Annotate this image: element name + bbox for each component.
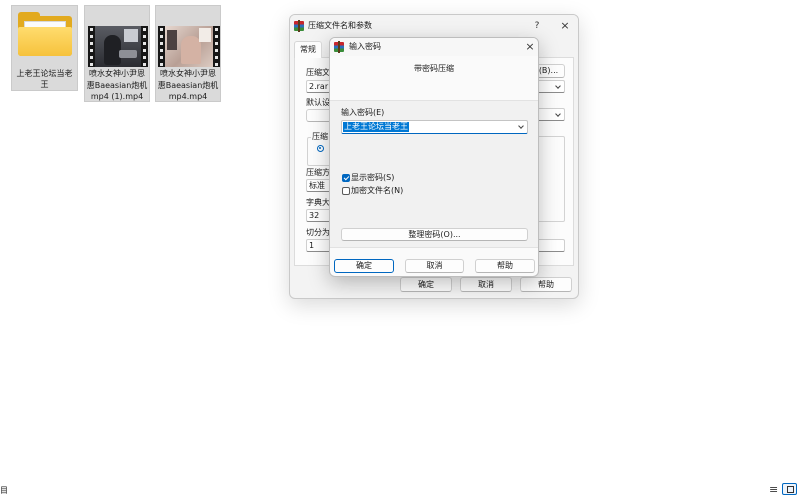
help-icon[interactable]: ? bbox=[530, 15, 544, 37]
file-label-line: 上老王论坛当老 bbox=[16, 69, 73, 78]
password-dialog-titlebar[interactable]: 输入密码 × bbox=[330, 38, 538, 56]
file-item-folder[interactable]: 上老王论坛当老 王 bbox=[11, 5, 78, 91]
cancel-button[interactable]: 取消 bbox=[405, 259, 464, 273]
close-icon[interactable]: × bbox=[523, 38, 537, 56]
browse-button-label: (B)... bbox=[538, 66, 559, 75]
help-button[interactable]: 帮助 bbox=[475, 259, 535, 273]
tiles-view-icon[interactable] bbox=[782, 483, 797, 495]
organize-passwords-label: 整理密码(O)... bbox=[408, 230, 461, 239]
thumbnail-image bbox=[165, 26, 213, 67]
password-label: 输入密码(E) bbox=[341, 108, 385, 117]
help-button-label: 帮助 bbox=[497, 261, 513, 270]
tab-general[interactable]: 常规 bbox=[294, 41, 322, 58]
compression-method-value: 标准 bbox=[309, 181, 325, 190]
file-label-line: mp4 (1).mp4 bbox=[90, 92, 144, 101]
archive-dialog-title: 压缩文件名和参数 bbox=[308, 21, 372, 30]
video-thumbnail bbox=[158, 26, 220, 67]
ok-button-label: 确定 bbox=[356, 261, 372, 270]
cancel-button-label: 取消 bbox=[426, 261, 443, 270]
archive-dialog-titlebar[interactable]: 压缩文件名和参数 ? × bbox=[290, 15, 578, 37]
film-strip-left bbox=[158, 26, 165, 67]
file-label: 喷水女神小尹恩 惠Baeasian炮机 mp4.mp4 bbox=[156, 68, 220, 103]
tab-label: 常规 bbox=[300, 45, 316, 54]
archive-name-label: 压缩文 bbox=[306, 68, 330, 77]
default-profile-label: 默认设 bbox=[306, 98, 330, 107]
file-label-line: 惠Baeasian炮机 bbox=[86, 80, 148, 90]
password-dialog-heading: 带密码压缩 bbox=[414, 64, 454, 73]
winrar-icon bbox=[334, 41, 344, 53]
winrar-icon bbox=[294, 20, 304, 32]
file-item-video[interactable]: 喷水女神小尹恩 惠Baeasian炮机 mp4.mp4 bbox=[155, 5, 221, 102]
file-label-line: 喷水女神小尹恩 bbox=[89, 69, 145, 78]
cancel-button-label: 取消 bbox=[478, 280, 494, 289]
thumbnail-image bbox=[95, 26, 141, 67]
show-password-label[interactable]: 显示密码(S) bbox=[351, 173, 394, 183]
dictionary-size-label: 字典大 bbox=[306, 198, 330, 207]
archive-name-value: 2.rar bbox=[309, 82, 329, 91]
details-view-icon[interactable]: ≡ bbox=[769, 484, 778, 495]
file-label: 上老王论坛当老 王 bbox=[12, 68, 77, 90]
organize-passwords-button[interactable]: 整理密码(O)... bbox=[341, 228, 528, 241]
folder-icon bbox=[18, 12, 72, 56]
help-button-label: 帮助 bbox=[538, 280, 554, 289]
show-password-checkbox[interactable] bbox=[342, 174, 350, 182]
file-item-video[interactable]: 喷水女神小尹恩 惠Baeasian炮机 mp4 (1).mp4 bbox=[84, 5, 150, 102]
ok-button[interactable]: 确定 bbox=[334, 259, 394, 273]
video-thumbnail bbox=[88, 26, 148, 67]
film-strip-right bbox=[213, 26, 220, 67]
film-strip-left bbox=[88, 26, 95, 67]
file-label-line: 王 bbox=[40, 80, 49, 89]
password-dialog: 输入密码 × 带密码压缩 输入密码(E) 上老王论坛当老王 显示密码(S) 加密… bbox=[329, 37, 539, 277]
status-bar-text: 目 bbox=[0, 486, 8, 495]
file-label-line: 喷水女神小尹恩 bbox=[160, 69, 216, 78]
encrypt-filenames-checkbox[interactable] bbox=[342, 187, 350, 195]
help-button[interactable]: 帮助 bbox=[520, 277, 572, 292]
compression-method-label: 压缩方 bbox=[306, 168, 330, 177]
ok-button-label: 确定 bbox=[418, 280, 434, 289]
archive-format-group-label: 压缩 bbox=[311, 132, 329, 142]
password-combobox[interactable]: 上老王论坛当老王 bbox=[341, 120, 528, 134]
file-label-line: mp4.mp4 bbox=[168, 92, 208, 101]
split-volumes-label: 切分为 bbox=[306, 228, 330, 237]
film-strip-right bbox=[141, 26, 148, 67]
file-label: 喷水女神小尹恩 惠Baeasian炮机 mp4 (1).mp4 bbox=[85, 68, 149, 103]
file-label-line: 惠Baeasian炮机 bbox=[157, 80, 219, 90]
chevron-down-icon[interactable] bbox=[555, 83, 561, 89]
password-value: 上老王论坛当老王 bbox=[343, 122, 409, 132]
split-volumes-value: 1 bbox=[309, 241, 315, 250]
close-icon[interactable]: × bbox=[558, 15, 572, 37]
encrypt-filenames-label[interactable]: 加密文件名(N) bbox=[351, 186, 403, 196]
ok-button[interactable]: 确定 bbox=[400, 277, 452, 292]
cancel-button[interactable]: 取消 bbox=[460, 277, 512, 292]
format-radio-rar[interactable] bbox=[317, 145, 324, 152]
password-dialog-title: 输入密码 bbox=[349, 42, 381, 51]
chevron-down-icon[interactable] bbox=[555, 111, 561, 117]
dictionary-size-value: 32 bbox=[309, 211, 320, 220]
chevron-down-icon[interactable] bbox=[518, 123, 524, 129]
